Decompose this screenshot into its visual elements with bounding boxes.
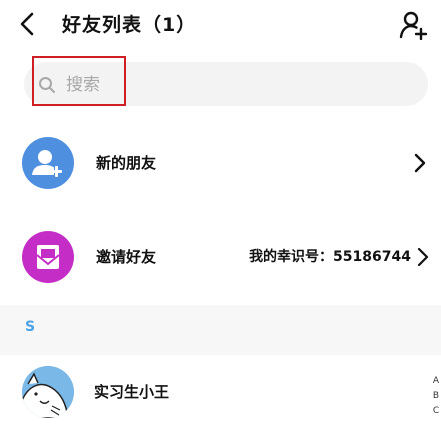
alpha-index-letter[interactable]: A bbox=[430, 374, 441, 389]
chevron-left-icon[interactable] bbox=[16, 11, 42, 37]
add-user-icon[interactable] bbox=[398, 10, 428, 40]
search-highlight-box bbox=[32, 56, 126, 106]
my-id-text: 我的幸识号：55186744 bbox=[249, 249, 411, 265]
invite-friends-row[interactable]: 邀请好友 我的幸识号：55186744 bbox=[0, 222, 441, 294]
contact-name: 实习生小王 bbox=[94, 383, 170, 401]
chevron-right-icon bbox=[414, 153, 426, 173]
section-header: S bbox=[0, 305, 441, 355]
friend-list-screen: 好友列表（1） 新的朋友 bbox=[0, 0, 441, 425]
contact-row[interactable]: 实习生小王 bbox=[0, 357, 441, 425]
mail-icon bbox=[36, 245, 60, 269]
new-friends-row[interactable]: 新的朋友 bbox=[0, 128, 441, 200]
cat-avatar-icon bbox=[22, 366, 74, 418]
alpha-index-letter[interactable]: B bbox=[430, 389, 441, 404]
chevron-right-icon bbox=[417, 247, 429, 267]
alphabet-index: A B C bbox=[430, 374, 441, 419]
header: 好友列表（1） bbox=[0, 0, 441, 50]
alpha-index-letter[interactable]: C bbox=[430, 404, 441, 419]
avatar bbox=[22, 366, 74, 418]
new-friends-label: 新的朋友 bbox=[96, 154, 157, 172]
add-user-icon bbox=[32, 150, 62, 177]
section-letter: S bbox=[25, 319, 36, 335]
page-title: 好友列表（1） bbox=[62, 14, 197, 36]
invite-friends-label: 邀请好友 bbox=[96, 248, 157, 266]
invite-friends-avatar bbox=[22, 231, 74, 283]
new-friends-avatar bbox=[22, 137, 74, 189]
